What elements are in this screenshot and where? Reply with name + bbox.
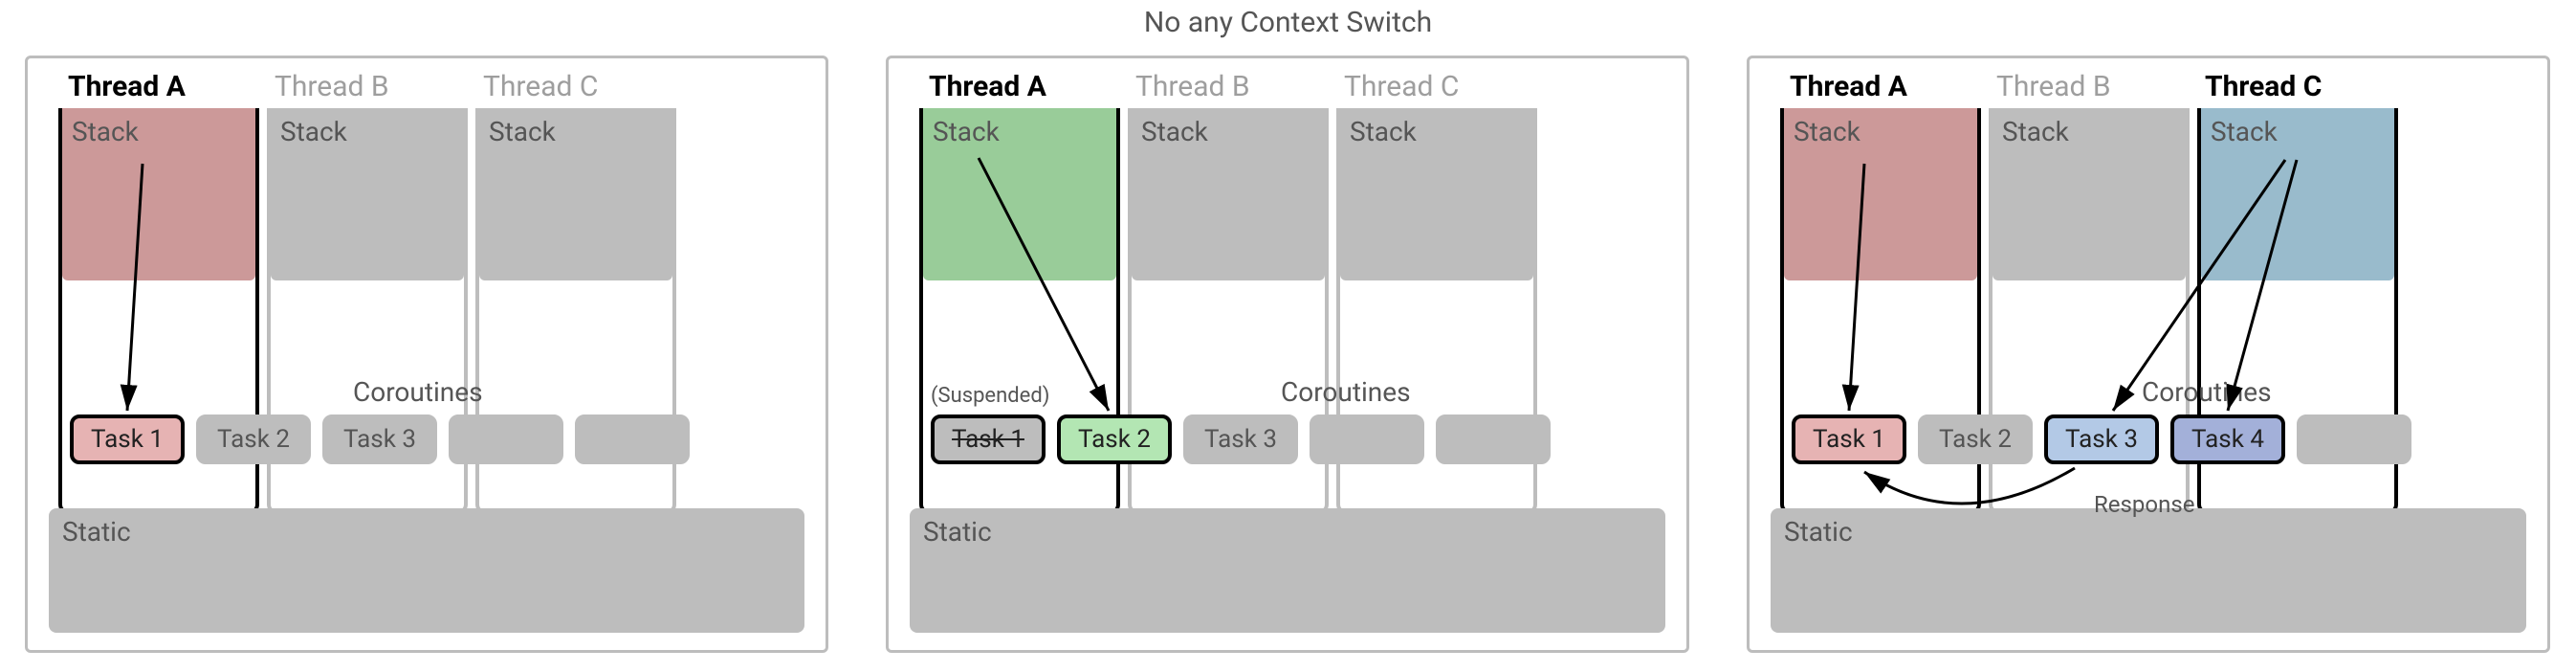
task-3: Task 3 bbox=[322, 414, 437, 464]
coroutines-label: Coroutines bbox=[2142, 376, 2272, 408]
static-region: Static bbox=[49, 508, 804, 633]
task-2: Task 2 bbox=[196, 414, 311, 464]
thread-a-label: Thread A bbox=[68, 70, 186, 103]
stack-c: Stack bbox=[2201, 108, 2394, 280]
task-empty-1 bbox=[1310, 414, 1424, 464]
stack-c: Stack bbox=[1340, 108, 1533, 280]
stack-b: Stack bbox=[1993, 108, 2186, 280]
task-2: Task 2 bbox=[1918, 414, 2033, 464]
task-2: Task 2 bbox=[1057, 414, 1172, 464]
thread-b-label: Thread B bbox=[275, 70, 389, 103]
stack-c: Stack bbox=[479, 108, 672, 280]
task-1: Task 1 bbox=[70, 414, 185, 464]
static-region: Static bbox=[910, 508, 1665, 633]
panel-1: Thread A Thread B Thread C Stack Stack S… bbox=[25, 56, 828, 653]
stack-a: Stack bbox=[923, 108, 1116, 280]
response-label: Response bbox=[2094, 491, 2194, 518]
task-1-suspended: Task 1 bbox=[931, 414, 1046, 464]
thread-c-label: Thread C bbox=[1344, 70, 1459, 103]
task-empty-2 bbox=[575, 414, 690, 464]
task-3: Task 3 bbox=[1183, 414, 1298, 464]
task-empty bbox=[2297, 414, 2411, 464]
thread-c-label: Thread C bbox=[483, 70, 598, 103]
task-empty-1 bbox=[449, 414, 563, 464]
task-4: Task 4 bbox=[2170, 414, 2285, 464]
task-3: Task 3 bbox=[2044, 414, 2159, 464]
task-1: Task 1 bbox=[1792, 414, 1906, 464]
stack-b: Stack bbox=[1132, 108, 1325, 280]
diagram-title: No any Context Switch bbox=[0, 6, 2576, 39]
panel-2: Thread A Thread B Thread C Stack Stack S… bbox=[886, 56, 1689, 653]
coroutines-label: Coroutines bbox=[353, 376, 483, 408]
thread-c-label: Thread C bbox=[2205, 70, 2322, 103]
static-region: Static bbox=[1771, 508, 2526, 633]
thread-a-label: Thread A bbox=[1790, 70, 1907, 103]
coroutines-label: Coroutines bbox=[1281, 376, 1411, 408]
thread-b-label: Thread B bbox=[1996, 70, 2111, 103]
stack-b: Stack bbox=[271, 108, 464, 280]
thread-b-label: Thread B bbox=[1135, 70, 1250, 103]
suspended-label: (Suspended) bbox=[931, 384, 1049, 408]
panel-3: Thread A Thread B Thread C Stack Stack S… bbox=[1747, 56, 2550, 653]
stack-a: Stack bbox=[62, 108, 255, 280]
stack-a: Stack bbox=[1784, 108, 1977, 280]
thread-a-label: Thread A bbox=[929, 70, 1046, 103]
task-empty-2 bbox=[1436, 414, 1551, 464]
